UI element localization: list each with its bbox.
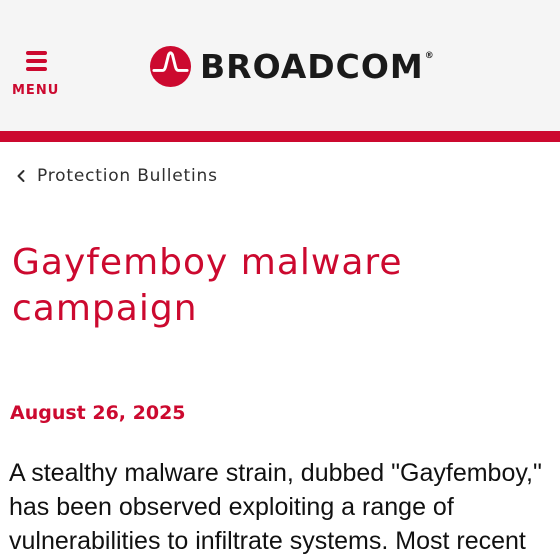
site-header: MENU BROADCOM® <box>0 0 560 131</box>
header-accent-bar <box>0 131 560 142</box>
brand-name: BROADCOM® <box>200 46 435 86</box>
chevron-left-icon <box>17 170 25 182</box>
page-title: Gayfemboy malware campaign <box>12 240 552 332</box>
broadcom-logo-mark-icon <box>149 45 192 87</box>
body-line: vulnerabilities to infiltrate systems. M… <box>9 527 526 555</box>
title-line-1: Gayfemboy malware <box>12 242 403 283</box>
broadcom-logo[interactable]: BROADCOM® <box>149 44 435 88</box>
hamburger-icon <box>26 51 47 71</box>
menu-label: MENU <box>12 83 60 98</box>
breadcrumb[interactable]: Protection Bulletins <box>16 166 218 186</box>
title-line-2: campaign <box>12 288 198 329</box>
publish-date: August 26, 2025 <box>10 402 186 424</box>
body-line: has been observed exploiting a range of <box>9 493 454 521</box>
registered-mark: ® <box>424 50 435 61</box>
menu-button[interactable]: MENU <box>12 50 60 100</box>
body-line: A stealthy malware strain, dubbed "Gayfe… <box>9 459 542 487</box>
article-body: A stealthy malware strain, dubbed "Gayfe… <box>9 456 560 558</box>
breadcrumb-label: Protection Bulletins <box>37 166 218 186</box>
